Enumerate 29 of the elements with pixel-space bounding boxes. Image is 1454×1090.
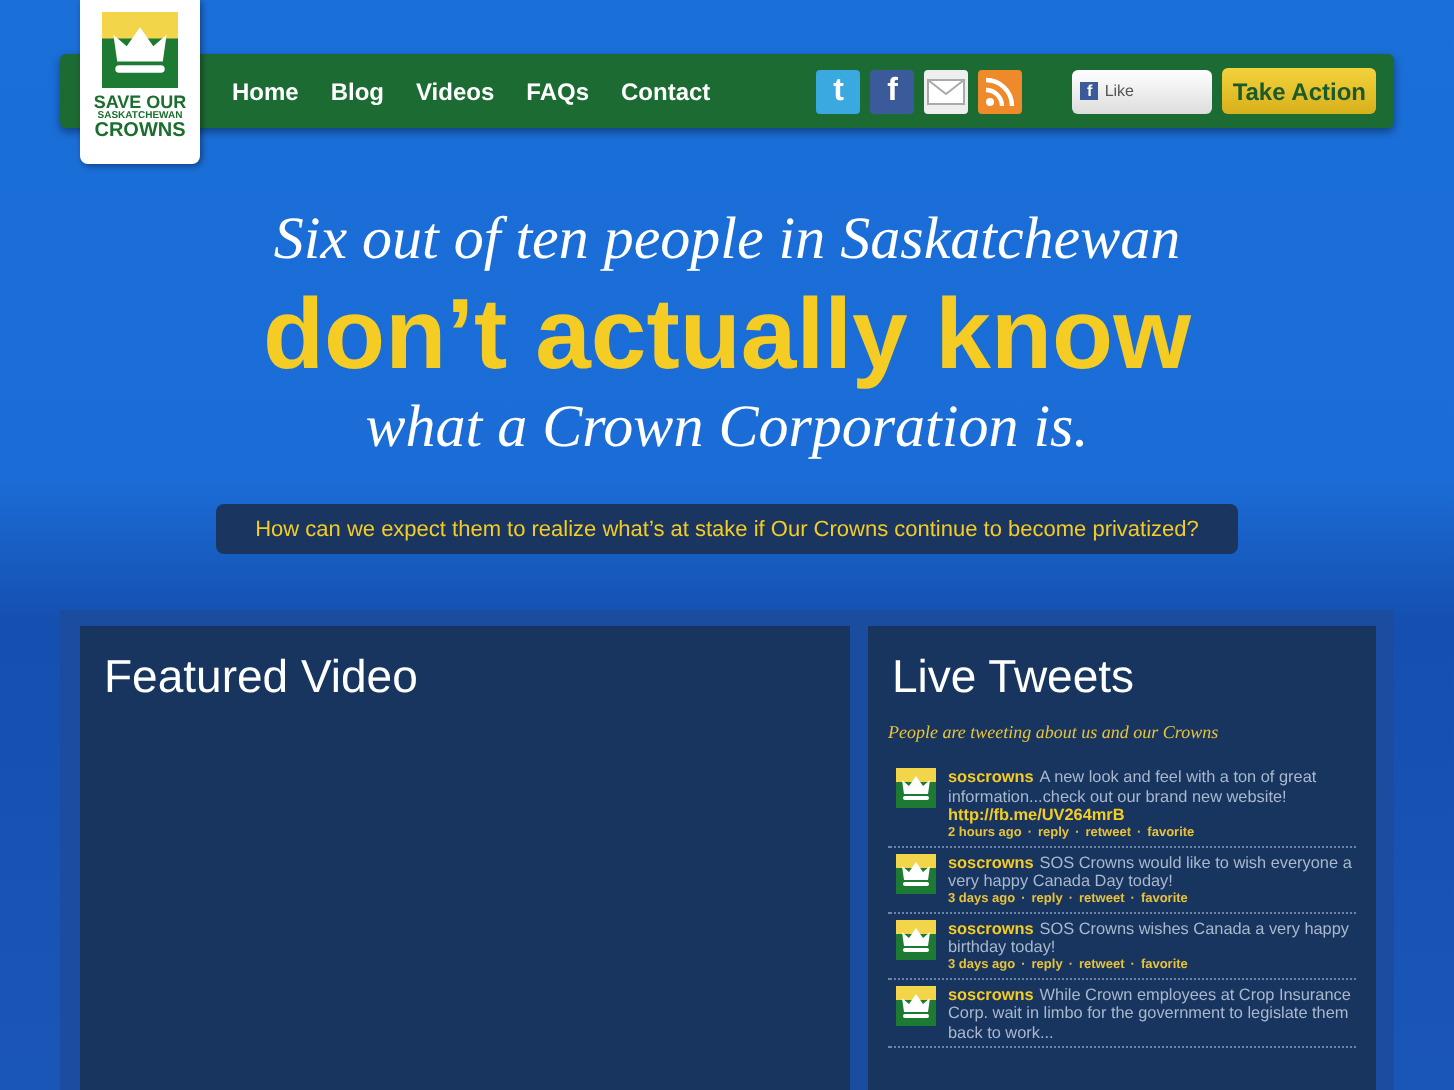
crown-icon (96, 12, 184, 88)
headline: don’t actually know (263, 276, 1191, 392)
like-button[interactable]: f Like (1072, 69, 1213, 113)
nav-link[interactable]: FAQs (526, 77, 589, 105)
tweet-text: soscrowns While Crown employees at Crop Insurance Corp. wait in limbo for the government to legislate them back to work... (948, 985, 1353, 1042)
avatar (896, 919, 936, 959)
logo-text: SAVE OUR (93, 94, 187, 112)
avatar (896, 768, 936, 808)
nav-link[interactable]: Videos (416, 77, 495, 105)
avatar (896, 853, 936, 893)
nav-link[interactable]: Contact (621, 77, 711, 105)
tweet-text: soscrowns A new look and feel with a ton of great information...check out our brand new website! http://fb.me/UV264mrB (948, 768, 1356, 825)
nav-link[interactable]: Blog (330, 77, 385, 105)
avatar (896, 985, 936, 1025)
facebook-icon[interactable]: f (870, 69, 915, 113)
tweet-text: soscrowns SOS Crowns would like to wish everyone a very happy Canada Day today! (948, 853, 1354, 891)
question-banner: How can we expect them to realize what’s at stake if Our Crowns continue to become privatized? (216, 504, 1238, 554)
rss-icon[interactable] (978, 69, 1023, 113)
panel-title: Live Tweets (890, 648, 1137, 702)
envelope-icon[interactable] (924, 69, 969, 113)
panel-subtitle: People are tweeting about us and our Crowns (888, 722, 1221, 742)
logo-text: CROWNS (94, 122, 186, 142)
panel-title: Featured Video (102, 648, 420, 702)
headline: Six out of ten people in Saskatchewan (273, 204, 1181, 276)
tweet-text: soscrowns SOS Crowns wishes Canada a very happy birthday today! (948, 919, 1352, 957)
nav-link[interactable]: Home (232, 77, 299, 105)
tweet-link[interactable]: http://fb.me/UV264mrB (948, 806, 1356, 825)
headline: what a Crown Corporation is. (365, 392, 1089, 464)
take-action-button[interactable]: Take Action (1222, 68, 1376, 114)
